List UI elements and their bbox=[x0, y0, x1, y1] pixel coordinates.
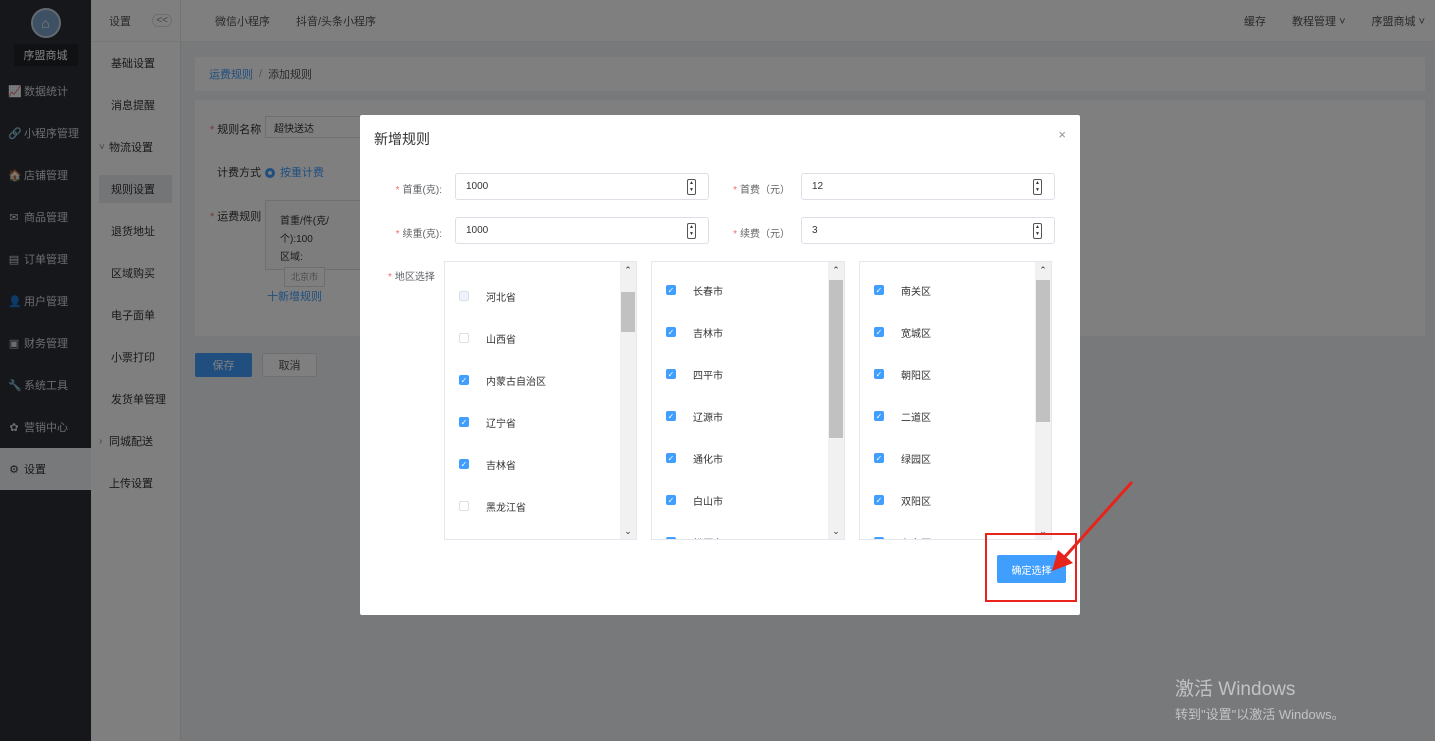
checkbox-icon[interactable]: ✓ bbox=[459, 417, 469, 427]
region-option[interactable]: ✓ 长春市 bbox=[666, 280, 723, 300]
checkbox-icon[interactable]: ✓ bbox=[459, 375, 469, 385]
spinner-icon[interactable]: ▲ ▼ bbox=[687, 223, 696, 239]
checkbox-icon[interactable]: ✓ bbox=[666, 411, 676, 421]
checkbox-icon[interactable] bbox=[459, 501, 469, 511]
spinner-icon[interactable]: ▲ ▼ bbox=[687, 179, 696, 195]
region-option-label: 南关区 bbox=[901, 286, 931, 298]
cont-weight-label: * 续重(克): bbox=[395, 229, 442, 240]
scroll-up-icon[interactable]: ⌃ bbox=[828, 262, 844, 278]
region-option[interactable]: ✓ 吉林市 bbox=[666, 322, 723, 342]
checkbox-icon[interactable]: ✓ bbox=[874, 327, 884, 337]
region-option[interactable]: 黑龙江省 bbox=[459, 496, 526, 516]
region-option-label: 长春市 bbox=[693, 286, 723, 298]
city-list[interactable]: ✓ 长春市 ✓ 吉林市 ✓ 四平市 ✓ 辽源市 ✓ 通化市 ✓ 白山市 ✓ 松原市 ⌃ ⌄ bbox=[651, 261, 845, 540]
first-weight-input[interactable]: 1000 ▲ ▼ bbox=[455, 173, 709, 200]
first-weight-label: * 首重(克): bbox=[395, 185, 442, 196]
cont-fee-value: 3 bbox=[812, 225, 818, 236]
first-fee-label: * 首费（元） bbox=[733, 185, 790, 196]
region-option[interactable]: ✓ 九台区 bbox=[874, 532, 931, 540]
scroll-thumb[interactable] bbox=[621, 292, 635, 332]
region-option[interactable]: ✓ 吉林省 bbox=[459, 454, 516, 474]
add-rule-dialog: 新增规则 × * 首重(克): 1000 ▲ ▼ * 首费（元） 12 ▲ ▼ * 续重(… bbox=[360, 115, 1080, 615]
region-option[interactable]: ✓ 宽城区 bbox=[874, 322, 931, 342]
scroll-down-icon[interactable]: ⌄ bbox=[620, 523, 636, 539]
checkbox-icon[interactable]: ✓ bbox=[874, 369, 884, 379]
region-label: * 地区选择 bbox=[388, 272, 435, 283]
region-option-label: 通化市 bbox=[693, 454, 723, 466]
checkbox-icon[interactable]: ✓ bbox=[666, 369, 676, 379]
region-option[interactable]: ✓ 通化市 bbox=[666, 448, 723, 468]
spinner-icon[interactable]: ▲ ▼ bbox=[1033, 179, 1042, 195]
checkbox-icon[interactable] bbox=[459, 333, 469, 343]
region-option[interactable]: ✓ 绿园区 bbox=[874, 448, 931, 468]
region-option[interactable]: ✓ 四平市 bbox=[666, 364, 723, 384]
cont-fee-label: * 续费（元） bbox=[733, 229, 790, 240]
checkbox-icon[interactable]: ✓ bbox=[666, 285, 676, 295]
checkbox-icon[interactable]: ✓ bbox=[666, 453, 676, 463]
checkbox-icon[interactable]: ✓ bbox=[874, 453, 884, 463]
windows-activation-watermark: 激活 Windows 转到"设置"以激活 Windows。 bbox=[1175, 674, 1345, 723]
region-option-label: 山西省 bbox=[486, 334, 516, 346]
region-option-label: 内蒙古自治区 bbox=[486, 376, 546, 388]
checkbox-icon[interactable]: ✓ bbox=[874, 285, 884, 295]
watermark-line1: 激活 Windows bbox=[1175, 679, 1296, 700]
region-option[interactable]: ✓ 内蒙古自治区 bbox=[459, 370, 546, 390]
scroll-thumb[interactable] bbox=[1036, 280, 1050, 422]
region-option-label: 松原市 bbox=[693, 535, 723, 540]
scroll-thumb[interactable] bbox=[829, 280, 843, 438]
red-arrow-icon bbox=[1052, 480, 1134, 571]
close-icon[interactable]: × bbox=[1058, 127, 1066, 142]
region-option-label: 吉林省 bbox=[486, 460, 516, 472]
city-scrollbar[interactable]: ⌃ ⌄ bbox=[828, 262, 844, 539]
region-option-label: 黑龙江省 bbox=[486, 502, 526, 514]
checkbox-icon[interactable]: ✓ bbox=[874, 495, 884, 505]
region-option-label: 四平市 bbox=[693, 370, 723, 382]
region-option-label: 白山市 bbox=[693, 496, 723, 508]
checkbox-icon[interactable]: ✓ bbox=[666, 537, 676, 539]
cont-weight-input[interactable]: 1000 ▲ ▼ bbox=[455, 217, 709, 244]
province-scrollbar[interactable]: ⌃ ⌄ bbox=[620, 262, 636, 539]
region-option-label: 九台区 bbox=[901, 535, 931, 540]
first-weight-value: 1000 bbox=[466, 181, 489, 192]
region-option-label: 河北省 bbox=[486, 292, 516, 304]
checkbox-icon[interactable]: ✓ bbox=[874, 537, 884, 539]
region-option[interactable]: ✓ 二道区 bbox=[874, 406, 931, 426]
region-option-label: 宽城区 bbox=[901, 328, 931, 340]
region-option-label: 绿园区 bbox=[901, 454, 931, 466]
first-fee-value: 12 bbox=[812, 181, 824, 192]
scroll-up-icon[interactable]: ⌃ bbox=[620, 262, 636, 278]
region-option[interactable]: ✓ 朝阳区 bbox=[874, 364, 931, 384]
scroll-up-icon[interactable]: ⌃ bbox=[1035, 262, 1051, 278]
first-fee-input[interactable]: 12 ▲ ▼ bbox=[801, 173, 1055, 200]
checkbox-icon[interactable]: ✓ bbox=[874, 411, 884, 421]
region-option[interactable]: 山西省 bbox=[459, 328, 516, 348]
spinner-icon[interactable]: ▲ ▼ bbox=[1033, 223, 1042, 239]
scroll-down-icon[interactable]: ⌄ bbox=[828, 523, 844, 539]
province-list[interactable]: 河北省山西省 ✓ 内蒙古自治区 ✓ 辽宁省 ✓ 吉林省黑龙江省 ⌃ ⌄ bbox=[444, 261, 637, 540]
cont-fee-input[interactable]: 3 ▲ ▼ bbox=[801, 217, 1055, 244]
checkbox-icon[interactable]: ✓ bbox=[666, 495, 676, 505]
region-option[interactable]: ✓ 辽宁省 bbox=[459, 412, 516, 432]
region-option-label: 吉林市 bbox=[693, 328, 723, 340]
watermark-line2: 转到"设置"以激活 Windows。 bbox=[1175, 707, 1345, 722]
district-list[interactable]: ✓南关区✓宽城区✓朝阳区✓二道区✓绿园区✓双阳区✓九台区 ⌃ ⌄ bbox=[859, 261, 1052, 540]
checkbox-icon[interactable]: ✓ bbox=[666, 327, 676, 337]
region-option[interactable]: 河北省 bbox=[459, 286, 516, 306]
checkbox-icon[interactable] bbox=[459, 291, 469, 301]
region-option-label: 朝阳区 bbox=[901, 370, 931, 382]
checkbox-icon[interactable]: ✓ bbox=[459, 459, 469, 469]
region-option[interactable]: ✓ 双阳区 bbox=[874, 490, 931, 510]
cont-weight-value: 1000 bbox=[466, 225, 489, 236]
region-option-label: 双阳区 bbox=[901, 496, 931, 508]
dialog-title: 新增规则 bbox=[374, 131, 430, 147]
region-option-label: 辽源市 bbox=[693, 412, 723, 424]
region-option[interactable]: ✓ 南关区 bbox=[874, 280, 931, 300]
region-option[interactable]: ✓ 松原市 bbox=[666, 532, 723, 540]
region-option[interactable]: ✓ 辽源市 bbox=[666, 406, 723, 426]
region-option-label: 二道区 bbox=[901, 412, 931, 424]
region-option-label: 辽宁省 bbox=[486, 418, 516, 430]
region-option[interactable]: ✓ 白山市 bbox=[666, 490, 723, 510]
